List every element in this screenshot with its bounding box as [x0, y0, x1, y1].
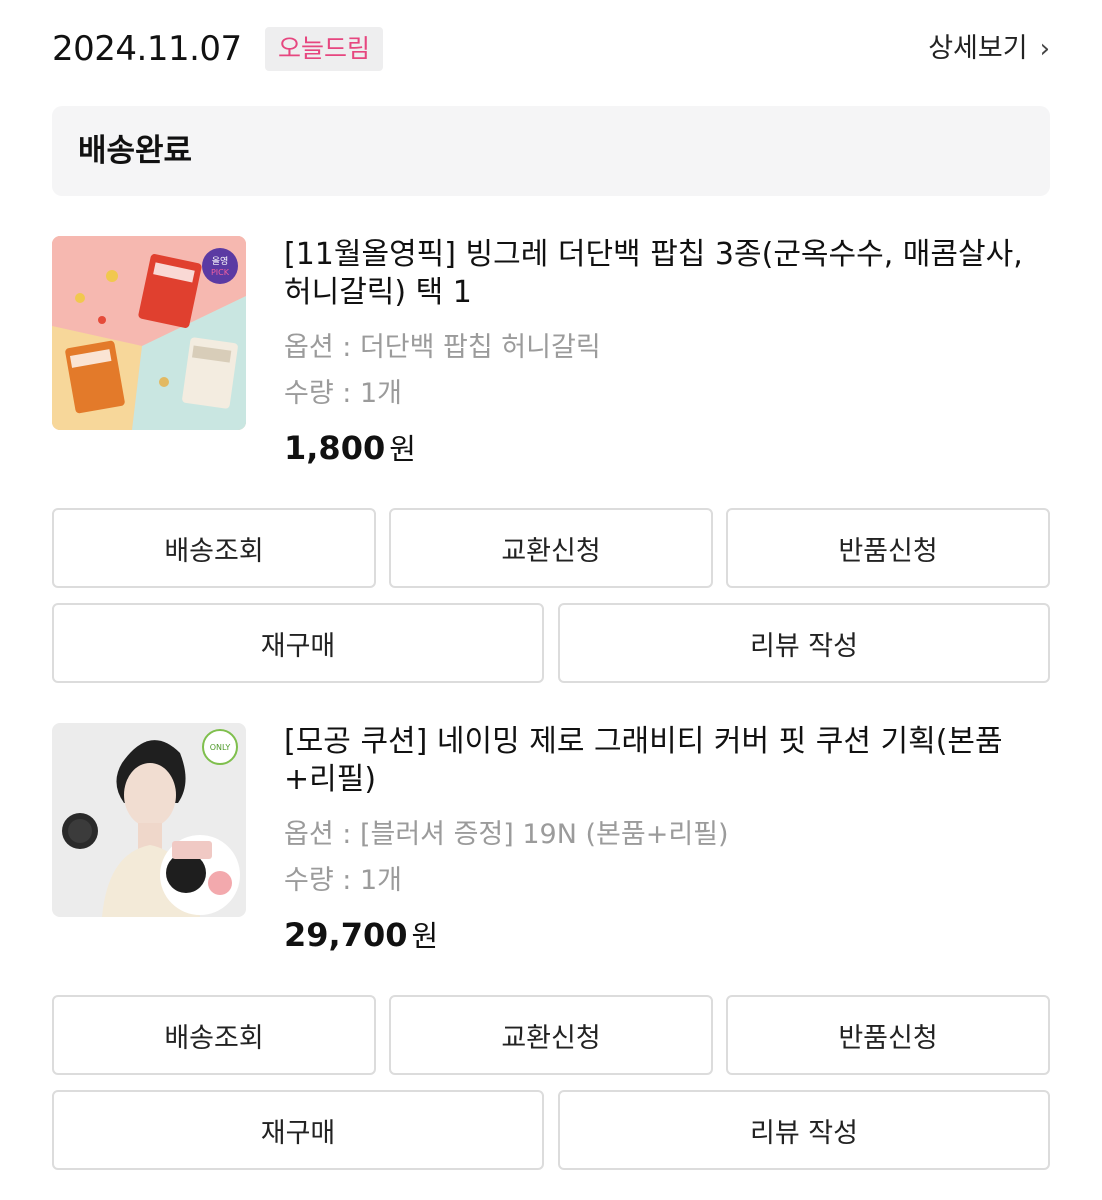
product-info: [11월올영픽] 빙그레 더단백 팝칩 3종(군옥수수, 매콤살사, 허니갈릭)… [284, 236, 1024, 471]
request-exchange-button[interactable]: 교환신청 [389, 995, 713, 1075]
view-details-label: 상세보기 [928, 33, 1028, 64]
snack-product-image[interactable]: 올영 PICK [52, 236, 246, 430]
price-currency: 원 [389, 432, 416, 466]
price-amount: 1,800 [284, 429, 386, 467]
write-review-button[interactable]: 리뷰 작성 [558, 1090, 1050, 1170]
product-info: [모공 쿠션] 네이밍 제로 그래비티 커버 핏 쿠션 기획(본품+리필) 옵션… [284, 723, 1024, 958]
product-option: 옵션 : 더단백 팝칩 허니갈릭 [284, 332, 601, 363]
write-review-button[interactable]: 리뷰 작성 [558, 603, 1050, 683]
order-header: 2024.11.07 오늘드림 상세보기 › [52, 26, 1050, 76]
product-title[interactable]: [모공 쿠션] 네이밍 제로 그래비티 커버 핏 쿠션 기획(본품+리필) [284, 723, 1024, 799]
view-details-link[interactable]: 상세보기 › [928, 29, 1050, 69]
svg-text:ONLY: ONLY [210, 743, 231, 752]
product-price: 29,700 원 [284, 913, 1024, 958]
request-return-button[interactable]: 반품신청 [726, 995, 1050, 1075]
order-item: 올영 PICK [11월올영픽] 빙그레 더단백 팝칩 3종(군옥수수, 매콤살… [52, 236, 1050, 696]
request-exchange-button[interactable]: 교환신청 [389, 508, 713, 588]
request-return-button[interactable]: 반품신청 [726, 508, 1050, 588]
product-price: 1,800 원 [284, 426, 1024, 471]
chevron-right-icon: › [1039, 34, 1050, 64]
price-amount: 29,700 [284, 916, 408, 954]
svg-text:올영: 올영 [212, 256, 229, 267]
product-option: 옵션 : [블러셔 증정] 19N (본품+리필) [284, 819, 729, 850]
track-delivery-button[interactable]: 배송조회 [52, 995, 376, 1075]
snack-product-image-art: 올영 PICK [52, 236, 246, 430]
delivery-status: 배송완료 [78, 133, 193, 169]
rebuy-button[interactable]: 재구매 [52, 603, 544, 683]
delivery-status-box: 배송완료 [52, 106, 1050, 196]
order-item: ONLY [모공 쿠션] 네이밍 제로 그래비티 커버 핏 쿠션 기획(본품+리… [52, 723, 1050, 1183]
cushion-product-image-art: ONLY [52, 723, 246, 917]
order-date: 2024.11.07 [52, 29, 242, 69]
svg-text:PICK: PICK [211, 268, 230, 277]
product-title[interactable]: [11월올영픽] 빙그레 더단백 팝칩 3종(군옥수수, 매콤살사, 허니갈릭)… [284, 236, 1024, 312]
price-currency: 원 [411, 919, 439, 953]
product-quantity: 수량 : 1개 [284, 865, 402, 896]
cushion-product-image[interactable]: ONLY [52, 723, 246, 917]
rebuy-button[interactable]: 재구매 [52, 1090, 544, 1170]
delivery-type-badge: 오늘드림 [265, 27, 384, 71]
track-delivery-button[interactable]: 배송조회 [52, 508, 376, 588]
product-quantity: 수량 : 1개 [284, 378, 402, 409]
